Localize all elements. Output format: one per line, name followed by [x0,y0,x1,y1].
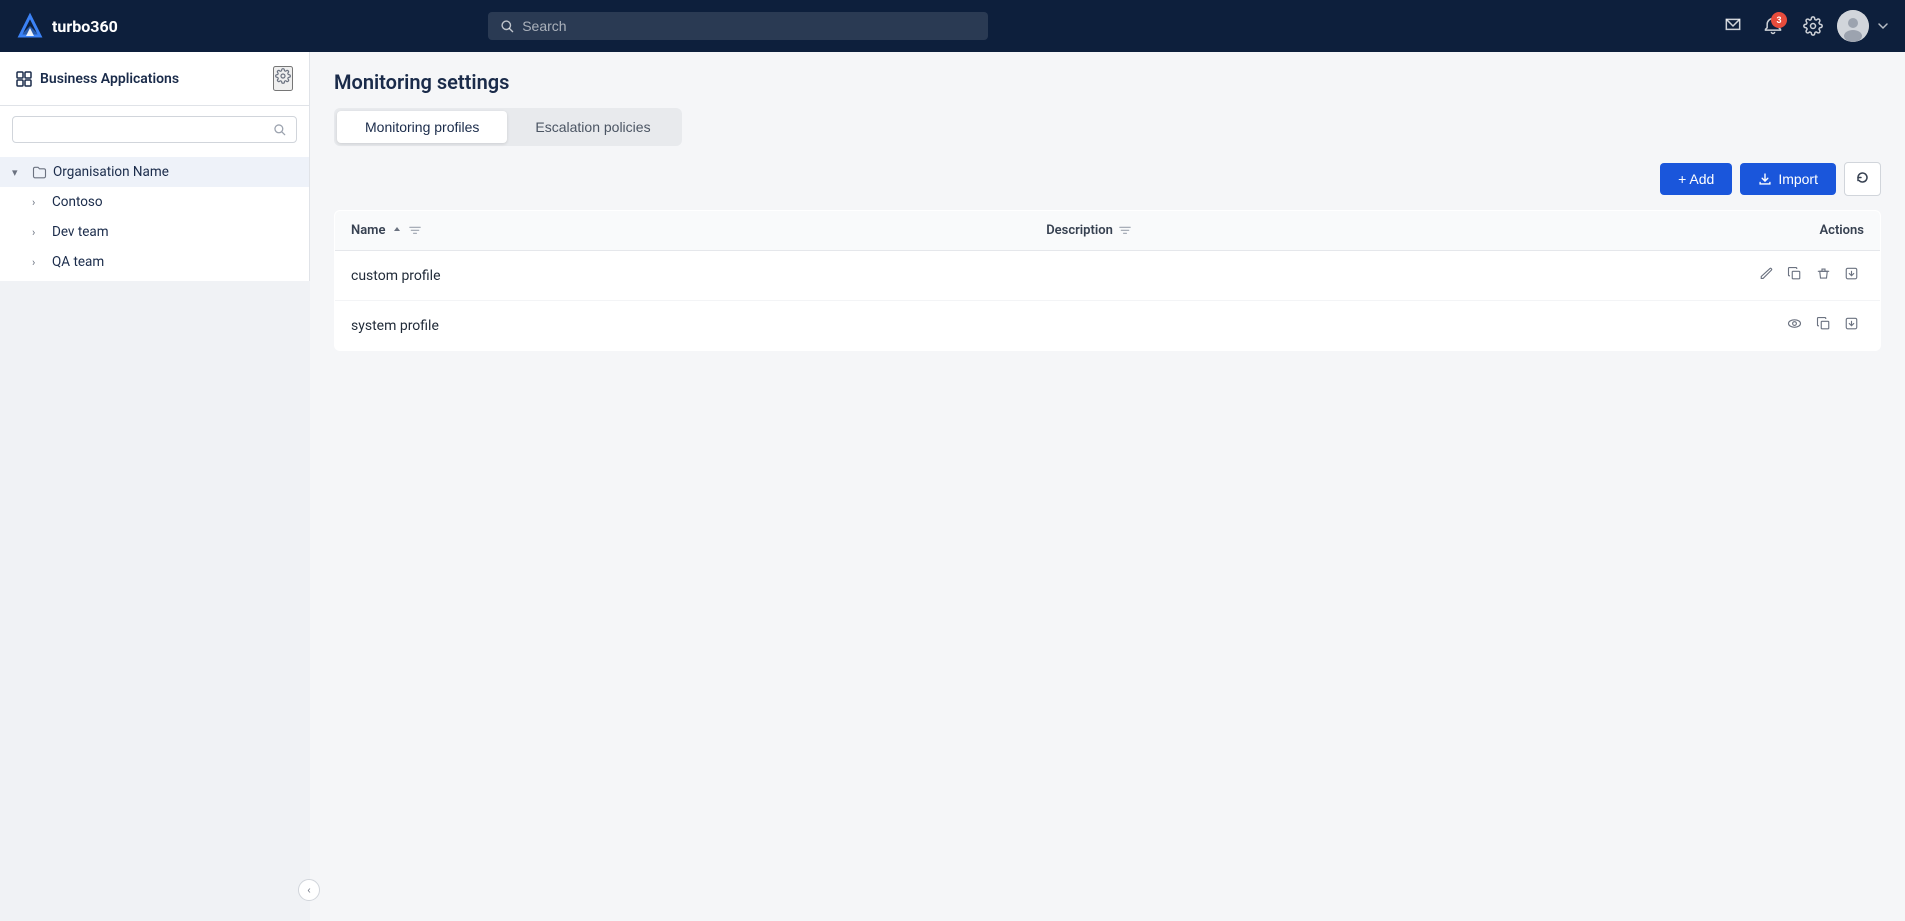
col-description-header: Description [1030,211,1726,251]
view-button[interactable] [1782,313,1807,338]
name-filter-icon[interactable] [409,225,421,237]
sidebar-search-input[interactable] [23,122,267,137]
row-actions-custom [1726,251,1881,301]
tab-escalation-policies[interactable]: Escalation policies [507,111,678,143]
main-content: Monitoring settings Monitoring profiles … [310,52,1905,921]
main-header: Monitoring settings Monitoring profiles … [310,52,1905,146]
sort-asc-icon[interactable] [391,225,403,237]
folder-icon [32,165,47,180]
row-desc-custom [1030,251,1726,301]
sidebar: Business Applications [0,52,310,281]
edit-button[interactable] [1754,263,1779,288]
col-actions-header: Actions [1726,211,1881,251]
sidebar-title-area: Business Applications [16,71,179,87]
sidebar-tree: ▾ Organisation Name › Contoso › Dev team [0,153,309,281]
settings-button[interactable] [1797,10,1829,42]
sidebar-settings-button[interactable] [273,66,293,91]
tab-monitoring-profiles[interactable]: Monitoring profiles [337,111,507,143]
topnav: turbo360 3 [0,0,1905,52]
sidebar-item-devteam[interactable]: › Dev team [0,217,309,247]
app-logo[interactable]: turbo360 [16,12,118,40]
row-desc-system [1030,301,1726,351]
export-button[interactable] [1839,313,1864,338]
sidebar-qateam-label: QA team [52,254,297,270]
delete-button[interactable] [1811,263,1836,288]
sidebar-collapse-button[interactable]: ‹ [298,879,320,901]
row-name-custom: custom profile [335,251,1031,301]
row-name-system: system profile [335,301,1031,351]
tab-bar: Monitoring profiles Escalation policies [334,108,682,146]
table-row: system profile [335,301,1881,351]
page-title: Monitoring settings [334,70,1881,94]
refresh-button[interactable] [1844,162,1881,196]
app-name: turbo360 [52,17,118,36]
chevron-down-icon [1877,20,1889,32]
export-button[interactable] [1839,263,1864,288]
search-bar[interactable] [488,12,988,40]
logo-icon [16,12,44,40]
message-icon [1723,16,1743,36]
sidebar-item-qateam[interactable]: › QA team [0,247,309,277]
profiles-table: Name Description [334,210,1881,351]
sidebar-title: Business Applications [40,71,179,87]
row-actions-system [1726,301,1881,351]
col-name-header: Name [335,211,1031,251]
copy-button[interactable] [1811,313,1836,338]
topnav-actions: 3 [1717,10,1889,42]
sidebar-search-bar[interactable] [12,116,297,143]
copy-button[interactable] [1782,263,1807,288]
add-button[interactable]: + Add [1660,163,1732,195]
app-body: Business Applications [0,52,1905,921]
chevron-right-icon: › [32,196,46,209]
sidebar-contoso-label: Contoso [52,194,297,210]
table-row: custom profile [335,251,1881,301]
sidebar-org-label: Organisation Name [53,164,297,180]
import-icon [1758,172,1772,186]
import-button[interactable]: Import [1740,163,1836,195]
description-filter-icon[interactable] [1119,225,1131,237]
chevron-down-icon: ▾ [12,166,26,179]
sidebar-search-icon [273,123,286,136]
sidebar-item-org[interactable]: ▾ Organisation Name [0,157,309,187]
sidebar-header: Business Applications [0,52,309,106]
refresh-icon [1855,170,1870,185]
messages-button[interactable] [1717,10,1749,42]
sidebar-item-contoso[interactable]: › Contoso [0,187,309,217]
chevron-right-icon: › [32,256,46,269]
chevron-right-icon: › [32,226,46,239]
sidebar-devteam-label: Dev team [52,224,297,240]
avatar[interactable] [1837,10,1869,42]
notifications-button[interactable]: 3 [1757,10,1789,42]
table-toolbar: + Add Import [334,162,1881,196]
table-area: + Add Import [310,146,1905,921]
search-input[interactable] [522,18,976,34]
search-icon [500,19,514,33]
grid-icon [16,71,32,87]
gear-icon [1803,16,1823,36]
notification-badge: 3 [1771,12,1787,28]
sidebar-wrap: Business Applications [0,52,310,921]
